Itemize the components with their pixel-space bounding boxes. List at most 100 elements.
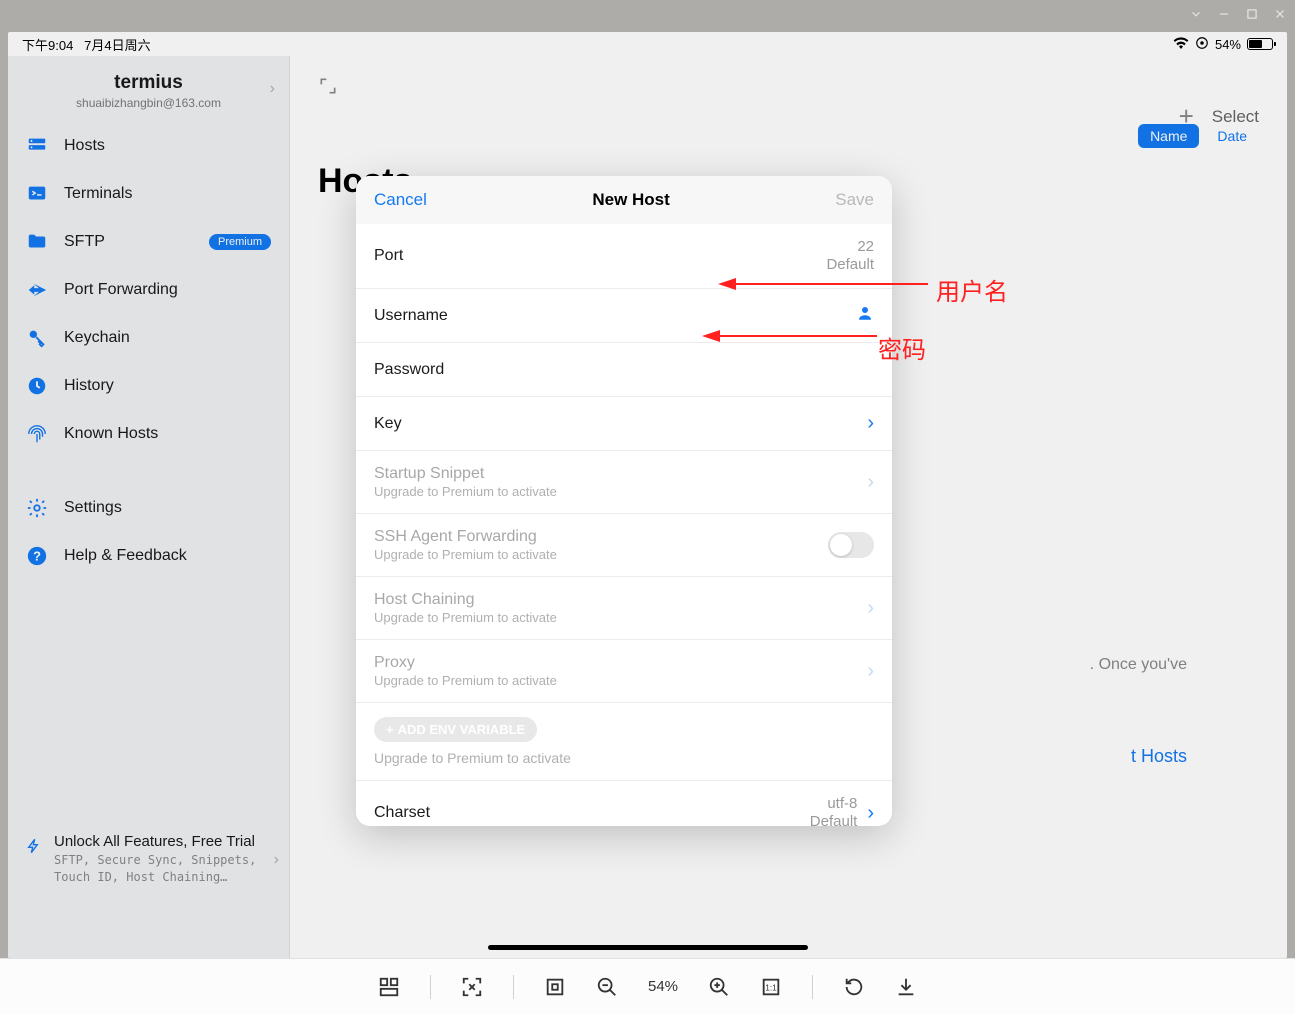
premium-sub: Upgrade to Premium to activate <box>374 484 557 499</box>
wifi-icon <box>1173 37 1189 52</box>
viewer-toolbar: 54% 1:1 <box>0 958 1295 1014</box>
save-button[interactable]: Save <box>835 190 874 210</box>
actual-size-icon[interactable]: 1:1 <box>760 976 782 998</box>
sync-icon <box>1195 36 1209 53</box>
dropdown-icon[interactable] <box>1189 7 1203 26</box>
chevron-right-icon: › <box>867 802 874 825</box>
expand-icon[interactable] <box>318 83 338 100</box>
sidebar-item-sftp[interactable]: SFTP Premium <box>8 218 289 266</box>
add-env-button[interactable]: + ADD ENV VARIABLE <box>374 717 537 742</box>
agent-label: SSH Agent Forwarding <box>374 528 557 546</box>
hosts-icon <box>26 135 48 157</box>
sidebar-header[interactable]: termius shuaibizhangbin@163.com › <box>8 56 289 122</box>
status-time: 下午9:04 <box>22 38 73 53</box>
env-section: + ADD ENV VARIABLE Upgrade to Premium to… <box>356 703 892 780</box>
port-default: Default <box>826 256 874 274</box>
chevron-right-icon: › <box>867 660 874 683</box>
port-label: Port <box>374 247 403 265</box>
image-viewport: 下午9:04 7月4日周六 54% termius shuaibizhangbi… <box>8 32 1287 958</box>
sidebar-label: History <box>64 377 114 395</box>
zoom-out-icon[interactable] <box>596 976 618 998</box>
folder-icon <box>26 231 48 253</box>
background-text: . Once you've <box>1090 656 1187 674</box>
account-email: shuaibizhangbin@163.com <box>18 96 279 110</box>
agent-toggle[interactable] <box>828 532 874 558</box>
row-charset[interactable]: Charset utf-8 Default › <box>356 780 892 826</box>
sidebar-item-portforwarding[interactable]: Port Forwarding <box>8 266 289 314</box>
sidebar-item-keychain[interactable]: Keychain <box>8 314 289 362</box>
ipad-statusbar: 下午9:04 7月4日周六 54% <box>8 32 1287 56</box>
battery-icon <box>1247 38 1273 50</box>
charset-label: Charset <box>374 804 430 822</box>
sidebar-item-terminals[interactable]: Terminals <box>8 170 289 218</box>
sidebar-item-hosts[interactable]: Hosts <box>8 122 289 170</box>
password-label: Password <box>374 361 444 379</box>
premium-badge: Premium <box>209 234 271 250</box>
person-icon[interactable] <box>856 304 874 327</box>
forward-icon <box>26 279 48 301</box>
close-icon[interactable] <box>1273 7 1287 26</box>
row-host-chaining[interactable]: Host Chaining Upgrade to Premium to acti… <box>356 577 892 640</box>
svg-text:1:1: 1:1 <box>765 983 777 992</box>
zoom-in-icon[interactable] <box>708 976 730 998</box>
sidebar-label: Hosts <box>64 137 105 155</box>
key-icon <box>26 327 48 349</box>
battery-percent: 54% <box>1215 37 1241 52</box>
username-label: Username <box>374 307 448 325</box>
row-proxy[interactable]: Proxy Upgrade to Premium to activate › <box>356 640 892 703</box>
chevron-right-icon: › <box>270 80 275 98</box>
help-icon: ? <box>26 545 48 567</box>
port-value: 22 <box>826 238 874 256</box>
row-key[interactable]: Key › <box>356 397 892 451</box>
sort-pills: Name Date <box>1138 124 1259 148</box>
import-hosts-button[interactable]: t Hosts <box>1131 746 1187 767</box>
terminal-icon <box>26 183 48 205</box>
chevron-right-icon: › <box>867 471 874 494</box>
rotate-icon[interactable] <box>843 976 865 998</box>
sidebar-label: SFTP <box>64 233 105 251</box>
premium-sub: Upgrade to Premium to activate <box>374 673 557 688</box>
window-titlebar <box>0 0 1295 32</box>
unlock-sub: SFTP, Secure Sync, Snippets, Touch ID, H… <box>54 852 275 886</box>
chaining-label: Host Chaining <box>374 591 557 609</box>
sidebar-item-history[interactable]: History <box>8 362 289 410</box>
pill-date[interactable]: Date <box>1205 124 1259 148</box>
thumbnails-icon[interactable] <box>378 976 400 998</box>
cancel-button[interactable]: Cancel <box>374 190 427 210</box>
row-password[interactable]: Password <box>356 343 892 397</box>
clock-icon <box>26 375 48 397</box>
sidebar-item-settings[interactable]: Settings <box>8 484 289 532</box>
modal-title: New Host <box>592 190 669 210</box>
charset-default: Default <box>810 813 858 826</box>
svg-text:?: ? <box>33 549 41 564</box>
fit-screen-icon[interactable] <box>461 976 483 998</box>
pill-name[interactable]: Name <box>1138 124 1199 148</box>
chevron-right-icon: › <box>867 597 874 620</box>
annotation-password: 密码 <box>878 330 926 365</box>
unlock-features[interactable]: Unlock All Features, Free Trial SFTP, Se… <box>8 821 289 898</box>
sidebar-label: Terminals <box>64 185 132 203</box>
row-startup-snippet[interactable]: Startup Snippet Upgrade to Premium to ac… <box>356 451 892 514</box>
proxy-label: Proxy <box>374 654 557 672</box>
gear-icon <box>26 497 48 519</box>
key-label: Key <box>374 415 402 433</box>
row-agent-forwarding: SSH Agent Forwarding Upgrade to Premium … <box>356 514 892 577</box>
unlock-title: Unlock All Features, Free Trial <box>54 833 275 850</box>
sidebar-item-knownhosts[interactable]: Known Hosts <box>8 410 289 458</box>
sidebar-item-help[interactable]: ? Help & Feedback <box>8 532 289 580</box>
bolt-icon <box>26 836 42 861</box>
fingerprint-icon <box>26 423 48 445</box>
charset-value: utf-8 <box>810 795 858 813</box>
fit-width-icon[interactable] <box>544 976 566 998</box>
download-icon[interactable] <box>895 976 917 998</box>
sidebar-label: Help & Feedback <box>64 547 187 565</box>
chevron-right-icon: › <box>274 851 279 869</box>
premium-sub: Upgrade to Premium to activate <box>374 750 874 766</box>
premium-sub: Upgrade to Premium to activate <box>374 547 557 562</box>
minimize-icon[interactable] <box>1217 7 1231 26</box>
startup-label: Startup Snippet <box>374 465 557 483</box>
sidebar-label: Known Hosts <box>64 425 158 443</box>
maximize-icon[interactable] <box>1245 7 1259 26</box>
sidebar-label: Keychain <box>64 329 130 347</box>
status-date: 7月4日周六 <box>84 38 150 53</box>
